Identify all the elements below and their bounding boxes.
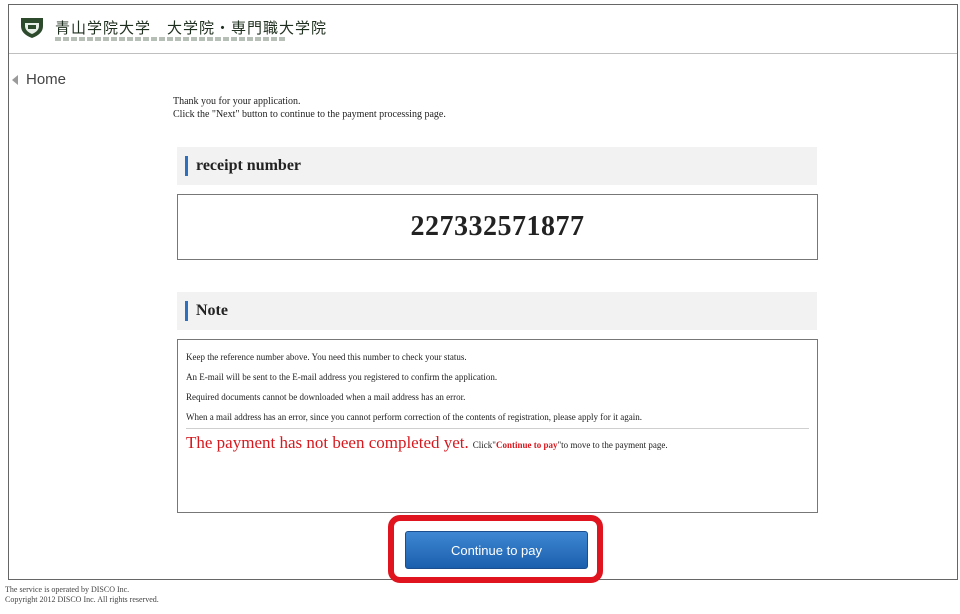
intro-text: Thank you for your application. Click th… (173, 95, 446, 121)
receipt-section-header: receipt number (177, 147, 817, 185)
receipt-heading: receipt number (196, 157, 302, 174)
section-accent-bar (185, 156, 188, 176)
home-label: Home (26, 71, 67, 88)
payment-action-name: Continue to pay (495, 440, 558, 450)
note-heading: Note (196, 302, 228, 319)
university-english-name (55, 37, 285, 41)
note-divider (186, 428, 809, 429)
continue-to-pay-button[interactable]: Continue to pay (405, 531, 588, 569)
intro-line-1: Thank you for your application. (173, 96, 301, 107)
footer-operator: The service is operated by DISCO Inc. (5, 585, 130, 594)
payment-warning-text: The payment has not been completed yet. (186, 433, 469, 452)
university-seal-icon (21, 18, 43, 38)
footer-copyright: Copyright 2012 DISCO Inc. All rights res… (5, 595, 159, 604)
section-accent-bar (185, 301, 188, 321)
payment-instruction: Click"Continue to pay"to move to the pay… (472, 440, 668, 450)
note-line: Required documents cannot be downloaded … (186, 392, 466, 402)
note-box: Keep the reference number above. You nee… (177, 339, 818, 513)
note-line: An E-mail will be sent to the E-mail add… (186, 372, 498, 382)
receipt-number-box: 227332571877 (177, 194, 818, 260)
payment-warning: The payment has not been completed yet. … (186, 433, 809, 453)
intro-line-2: Click the "Next" button to continue to t… (173, 109, 446, 120)
back-arrow-icon (12, 74, 18, 85)
site-footer: The service is operated by DISCO Inc. Co… (5, 585, 159, 605)
note-line: When a mail address has an error, since … (186, 412, 642, 422)
university-name: 青山学院大学 大学院・専門職大学院 (55, 19, 328, 37)
receipt-number: 227332571877 (410, 211, 585, 242)
note-line: Keep the reference number above. You nee… (186, 352, 467, 362)
site-header: 青山学院大学 大学院・専門職大学院 (9, 5, 957, 54)
note-section-header: Note (177, 292, 817, 330)
home-link[interactable]: Home (12, 71, 66, 88)
